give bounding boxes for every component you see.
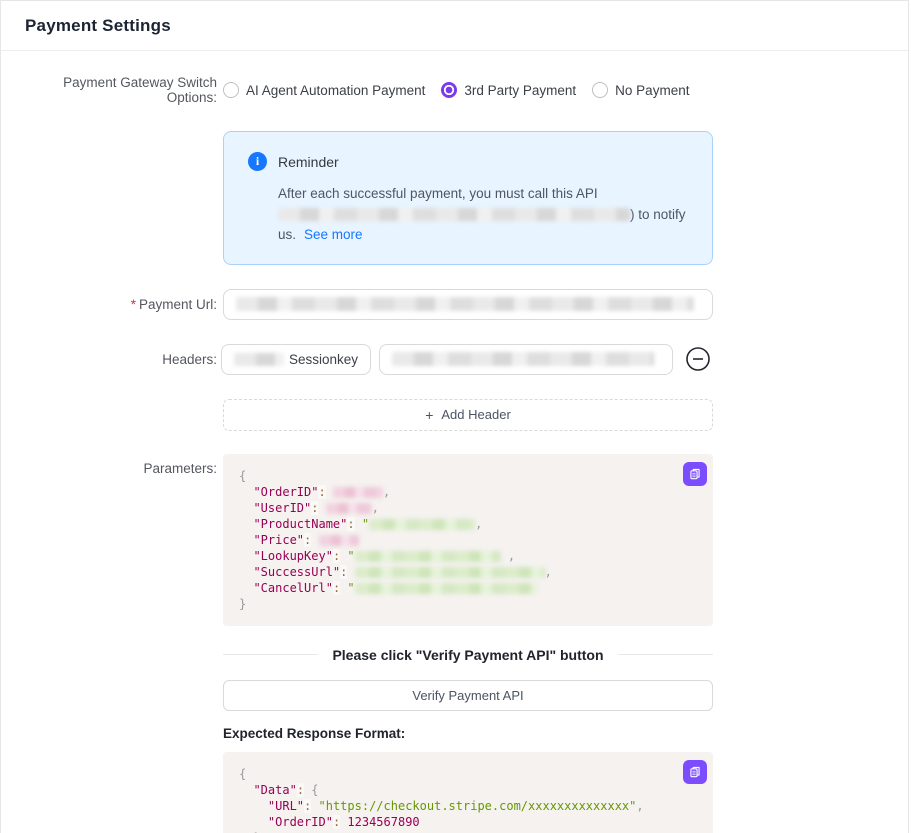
copy-response-button[interactable] (683, 760, 707, 784)
redacted-header-value (392, 352, 654, 366)
plus-icon: + (425, 407, 433, 423)
header-key-input[interactable]: Sessionkey (221, 344, 371, 375)
radio-no-payment[interactable]: No Payment (592, 82, 689, 98)
verify-divider: Please click "Verify Payment API" button (223, 647, 713, 663)
copy-parameters-button[interactable] (683, 462, 707, 486)
copy-icon (688, 765, 702, 779)
parameters-block-wrap: { "OrderID": , "UserID": , "ProductName"… (223, 454, 713, 626)
see-more-link[interactable]: See more (304, 227, 363, 242)
code-line: "OrderID": 1234567890 (239, 814, 697, 830)
response-code-block: { "Data": { "URL": "https://checkout.str… (223, 752, 713, 833)
radio-circle-icon[interactable] (592, 82, 608, 98)
redacted-value (355, 551, 501, 562)
parameters-code-block: { "OrderID": , "UserID": , "ProductName"… (223, 454, 713, 626)
reminder-alert: i Reminder After each successful payment… (223, 131, 713, 265)
radio-ai-agent-automation-payment[interactable]: AI Agent Automation Payment (223, 82, 425, 98)
add-header-button[interactable]: + Add Header (223, 399, 713, 431)
payment-settings-card: Payment Settings Payment Gateway Switch … (0, 0, 909, 833)
code-line: "ProductName": ", (239, 516, 697, 532)
code-line: "SuccessUrl": , (239, 564, 697, 580)
code-line: "Data": { (239, 782, 697, 798)
header-value-input[interactable] (379, 344, 673, 375)
divider-line-left (223, 654, 318, 655)
code-line: "LookupKey": " , (239, 548, 697, 564)
headers-label: Headers: (25, 352, 221, 367)
copy-icon (688, 467, 702, 481)
redacted-value (355, 583, 537, 594)
redacted-value (319, 535, 359, 546)
divider-line-right (618, 654, 713, 655)
code-line: { (239, 468, 697, 484)
radio-circle-icon[interactable] (223, 82, 239, 98)
verify-payment-api-button[interactable]: Verify Payment API (223, 680, 713, 711)
gateway-switch-row: Payment Gateway Switch Options: AI Agent… (25, 75, 884, 105)
add-header-label: Add Header (441, 407, 510, 422)
redacted-header-key-prefix (234, 353, 284, 366)
redacted-value (369, 519, 475, 530)
reminder-line3-text: us. (278, 227, 296, 242)
parameters-row: Parameters: { "OrderID": , "UserID": , "… (25, 454, 884, 626)
reminder-line3: us. See more (278, 225, 688, 246)
gateway-radio-group: AI Agent Automation Payment 3rd Party Pa… (223, 82, 689, 98)
redacted-payment-url-value (236, 297, 694, 311)
redacted-value (326, 503, 372, 514)
code-line: } (239, 596, 697, 612)
radio-circle-icon[interactable] (441, 82, 457, 98)
gateway-switch-label: Payment Gateway Switch Options: (25, 75, 221, 105)
card-header: Payment Settings (1, 1, 908, 51)
remove-header-button[interactable] (685, 346, 711, 372)
code-line: }, (239, 830, 697, 833)
radio-3rd-party-payment[interactable]: 3rd Party Payment (441, 82, 576, 98)
parameters-label: Parameters: (25, 454, 221, 476)
code-line: "Price": (239, 532, 697, 548)
reminder-header: i Reminder (248, 152, 688, 171)
radio-label: AI Agent Automation Payment (246, 83, 425, 98)
code-line: "UserID": , (239, 500, 697, 516)
required-asterisk: * (131, 297, 136, 312)
redacted-value (355, 567, 545, 578)
code-line: "OrderID": , (239, 484, 697, 500)
reminder-line2-suffix: ) to notify (630, 207, 686, 222)
radio-label: 3rd Party Payment (464, 83, 576, 98)
headers-row: Headers: Sessionkey (25, 344, 884, 375)
reminder-title: Reminder (278, 154, 339, 170)
payment-url-label: *Payment Url: (25, 297, 221, 312)
minus-circle-icon (685, 346, 711, 372)
redacted-api-url (278, 208, 630, 221)
header-key-visible-text: Sessionkey (289, 352, 358, 367)
reminder-line1: After each successful payment, you must … (278, 184, 688, 205)
reminder-body: After each successful payment, you must … (248, 184, 688, 246)
payment-url-row: *Payment Url: (25, 289, 884, 320)
card-content: Payment Gateway Switch Options: AI Agent… (1, 75, 908, 833)
divider-text: Please click "Verify Payment API" button (332, 647, 603, 663)
radio-label: No Payment (615, 83, 689, 98)
code-line: "CancelUrl": " (239, 580, 697, 596)
reminder-line2: ) to notify (278, 205, 688, 226)
code-line: "URL": "https://checkout.stripe.com/xxxx… (239, 798, 697, 814)
payment-url-input[interactable] (223, 289, 713, 320)
headers-inputs: Sessionkey (221, 344, 711, 375)
redacted-value (333, 487, 383, 498)
page-title: Payment Settings (25, 16, 884, 36)
payment-url-field-wrap (223, 289, 713, 320)
info-icon: i (248, 152, 267, 171)
expected-response-format-label: Expected Response Format: (223, 726, 884, 741)
code-line: { (239, 766, 697, 782)
